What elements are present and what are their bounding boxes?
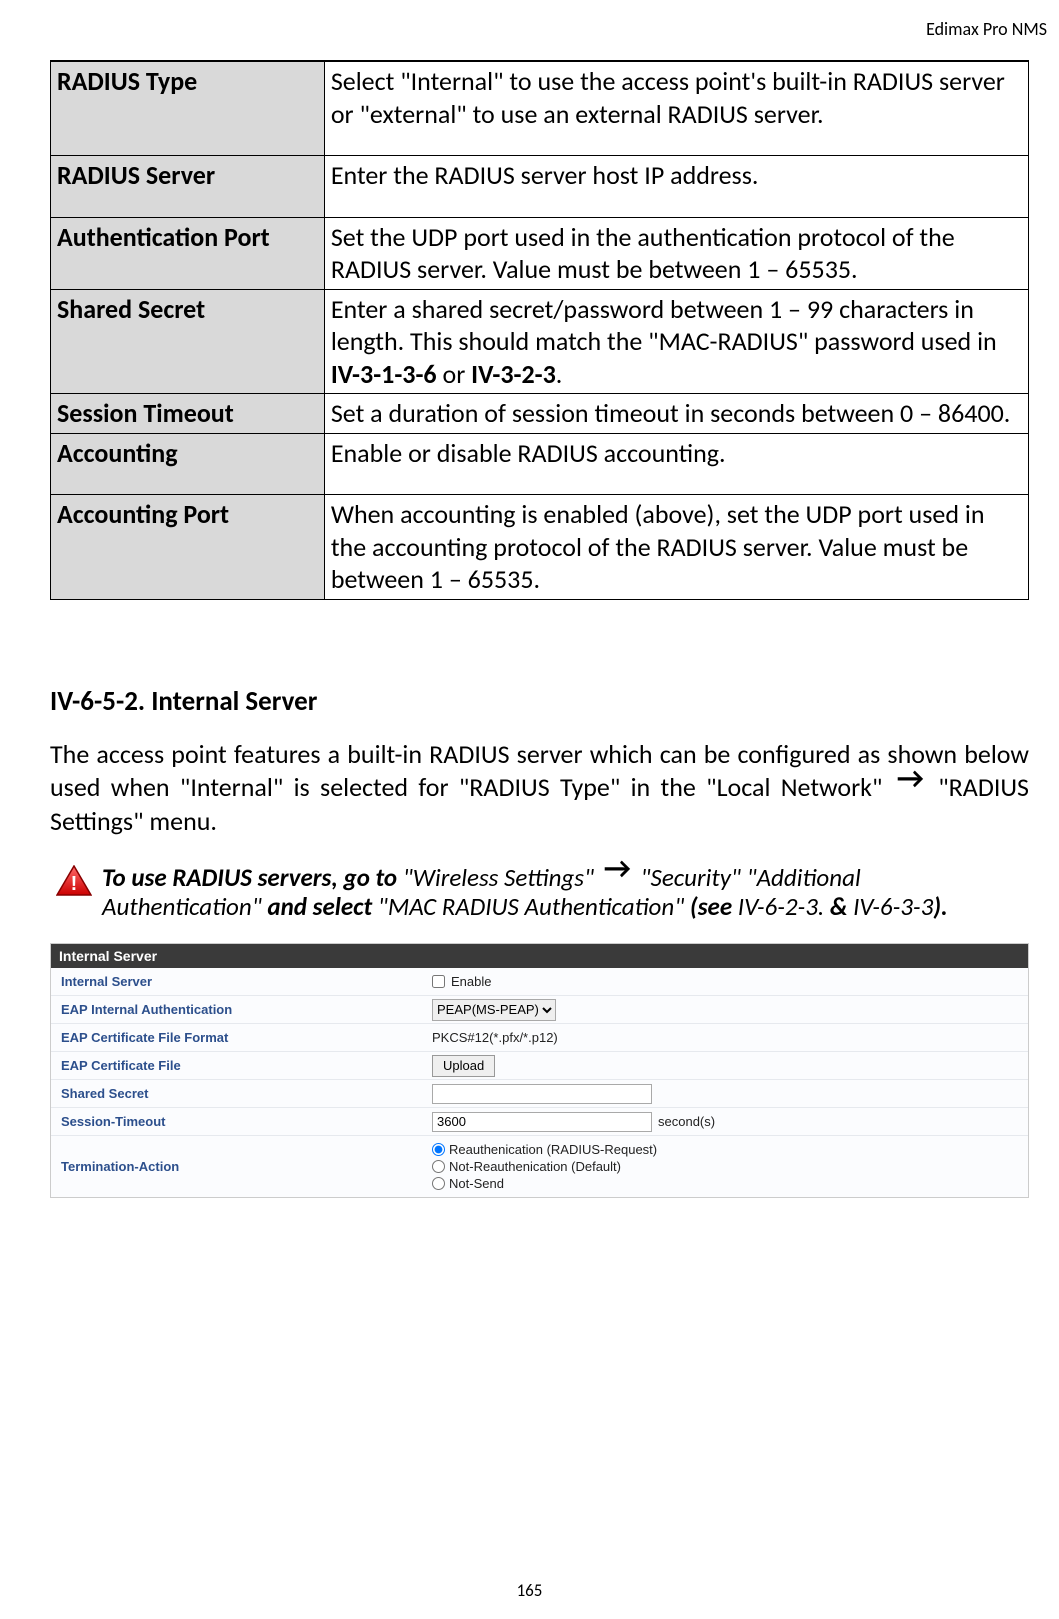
termination-radio[interactable] — [432, 1143, 445, 1156]
label-internal-server: Internal Server — [51, 974, 432, 989]
cert-format-value: PKCS#12(*.pfx/*.p12) — [432, 1030, 558, 1045]
upload-button[interactable]: Upload — [432, 1055, 495, 1077]
label-eap-auth: EAP Internal Authentication — [51, 1002, 432, 1017]
svg-text:!: ! — [71, 873, 78, 895]
section-paragraph: The access point features a built-in RAD… — [50, 738, 1029, 839]
warn-t9: IV-6-3-3 — [853, 891, 933, 922]
panel-title: Internal Server — [51, 944, 1028, 968]
radius-params-table: RADIUS TypeSelect "Internal" to use the … — [50, 60, 1029, 600]
warn-t10: ). — [933, 891, 947, 922]
para-text-1: The access point features a built-in RAD… — [50, 738, 1029, 804]
table-row: Shared SecretEnter a shared secret/passw… — [51, 289, 1029, 394]
page-number: 165 — [0, 1580, 1059, 1601]
row-internal-server: Internal Server Enable — [51, 968, 1028, 996]
panel-body: Internal Server Enable EAP Internal Auth… — [51, 968, 1028, 1197]
eap-auth-select[interactable]: PEAP(MS-PEAP) — [432, 999, 556, 1021]
warning-text: To use RADIUS servers, go to "Wireless S… — [102, 861, 999, 922]
param-description: Enter the RADIUS server host IP address. — [324, 156, 1028, 218]
warn-t7: IV-6-2-3. — [738, 891, 830, 922]
label-termination-action: Termination-Action — [51, 1159, 432, 1174]
internal-server-panel: Internal Server Internal Server Enable E… — [50, 943, 1029, 1198]
table-row: AccountingEnable or disable RADIUS accou… — [51, 433, 1029, 495]
row-shared-secret: Shared Secret — [51, 1080, 1028, 1108]
arrow-icon: → — [600, 861, 635, 876]
enable-label: Enable — [451, 974, 491, 989]
warn-t4: and select — [267, 891, 377, 922]
termination-radio[interactable] — [432, 1177, 445, 1190]
param-description: Set a duration of session timeout in sec… — [324, 394, 1028, 434]
table-row: Session TimeoutSet a duration of session… — [51, 394, 1029, 434]
warn-t1: To use RADIUS servers, go to — [102, 862, 403, 893]
termination-option-label: Not-Send — [449, 1176, 504, 1191]
header-product: Edimax Pro NMS — [926, 18, 1047, 40]
warn-t5: "MAC RADIUS Authentication" — [378, 891, 690, 922]
warn-t8: & — [830, 891, 853, 922]
warn-t6: (see — [690, 891, 738, 922]
enable-checkbox[interactable] — [432, 975, 445, 988]
label-cert-format: EAP Certificate File Format — [51, 1030, 432, 1045]
shared-secret-input[interactable] — [432, 1084, 652, 1104]
row-termination-action: Termination-Action Reauthenication (RADI… — [51, 1136, 1028, 1197]
warning-icon: ! — [56, 865, 92, 902]
arrow-icon: → — [893, 771, 928, 786]
param-label: Accounting — [51, 433, 325, 495]
termination-option[interactable]: Not-Reauthenication (Default) — [432, 1159, 657, 1174]
label-cert-file: EAP Certificate File — [51, 1058, 432, 1073]
termination-option[interactable]: Not-Send — [432, 1176, 657, 1191]
label-shared-secret: Shared Secret — [51, 1086, 432, 1101]
row-cert-file: EAP Certificate File Upload — [51, 1052, 1028, 1080]
param-description: Select "Internal" to use the access poin… — [324, 61, 1028, 156]
table-row: RADIUS ServerEnter the RADIUS server hos… — [51, 156, 1029, 218]
param-label: Authentication Port — [51, 217, 325, 289]
param-description: When accounting is enabled (above), set … — [324, 495, 1028, 600]
param-description: Enter a shared secret/password between 1… — [324, 289, 1028, 394]
warn-t2: "Wireless Settings" — [403, 862, 600, 893]
session-timeout-input[interactable] — [432, 1112, 652, 1132]
param-description: Set the UDP port used in the authenticat… — [324, 217, 1028, 289]
termination-option[interactable]: Reauthenication (RADIUS-Request) — [432, 1142, 657, 1157]
row-eap-auth: EAP Internal Authentication PEAP(MS-PEAP… — [51, 996, 1028, 1024]
termination-radio-group: Reauthenication (RADIUS-Request) Not-Reau… — [432, 1138, 657, 1195]
param-label: RADIUS Server — [51, 156, 325, 218]
param-label: Shared Secret — [51, 289, 325, 394]
termination-option-label: Reauthenication (RADIUS-Request) — [449, 1142, 657, 1157]
row-cert-format: EAP Certificate File Format PKCS#12(*.pf… — [51, 1024, 1028, 1052]
param-label: Accounting Port — [51, 495, 325, 600]
param-label: RADIUS Type — [51, 61, 325, 156]
label-session-timeout: Session-Timeout — [51, 1114, 432, 1129]
table-row: Authentication PortSet the UDP port used… — [51, 217, 1029, 289]
termination-radio[interactable] — [432, 1160, 445, 1173]
param-description: Enable or disable RADIUS accounting. — [324, 433, 1028, 495]
table-row: RADIUS TypeSelect "Internal" to use the … — [51, 61, 1029, 156]
section-heading: IV-6-5-2. Internal Server — [50, 685, 1029, 718]
param-label: Session Timeout — [51, 394, 325, 434]
termination-option-label: Not-Reauthenication (Default) — [449, 1159, 621, 1174]
row-session-timeout: Session-Timeout second(s) — [51, 1108, 1028, 1136]
session-timeout-unit: second(s) — [658, 1114, 715, 1129]
table-row: Accounting PortWhen accounting is enable… — [51, 495, 1029, 600]
warning-block: ! To use RADIUS servers, go to "Wireless… — [56, 861, 999, 922]
